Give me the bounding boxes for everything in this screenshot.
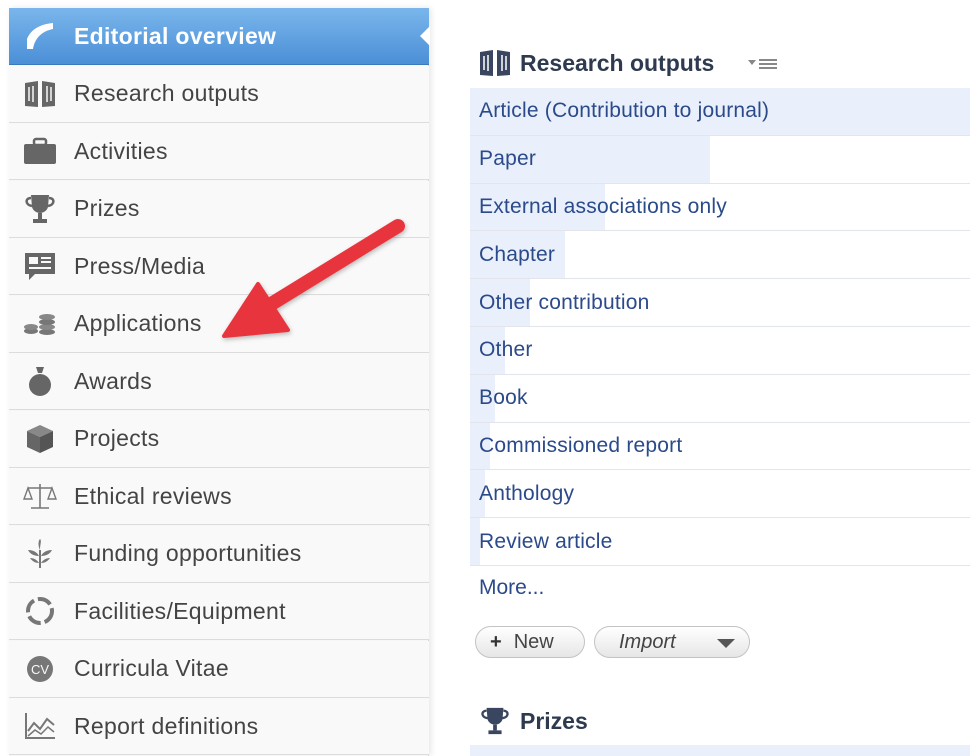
section-title: Prizes: [520, 707, 588, 734]
list-item[interactable]: Anthology: [470, 470, 970, 519]
sidebar-item-label: Ethical reviews: [74, 482, 232, 509]
book-icon: [23, 77, 57, 111]
sidebar-item-editorial-overview[interactable]: Editorial overview: [9, 8, 430, 65]
more-link[interactable]: More...: [479, 576, 544, 600]
scales-icon: [23, 479, 57, 513]
active-caret: [420, 26, 430, 46]
sidebar-item-label: Press/Media: [74, 252, 206, 279]
trophy-icon: [478, 706, 512, 736]
sidebar-item-activities[interactable]: Activities: [9, 123, 429, 180]
editorial-icon: [23, 19, 57, 53]
list-item-label: Other contribution: [479, 290, 650, 314]
sidebar-item-press-media[interactable]: Press/Media: [9, 238, 429, 295]
import-dropdown[interactable]: Import: [594, 626, 750, 658]
sidebar: Editorial overview Research outputs Acti…: [9, 8, 430, 756]
svg-text:CV: CV: [31, 662, 49, 677]
section-title: Research outputs: [520, 49, 715, 76]
list-item[interactable]: Other: [470, 326, 970, 375]
cv-icon: CV: [23, 652, 57, 686]
sidebar-item-label: Applications: [74, 310, 202, 336]
list-item[interactable]: Review article: [470, 518, 970, 566]
money-bag-icon: [23, 364, 57, 398]
new-button[interactable]: + New: [475, 626, 585, 658]
research-outputs-list: Article (Contribution to journal) Paper …: [470, 88, 970, 566]
sidebar-item-label: Prizes: [74, 195, 140, 221]
sprout-icon: [23, 537, 57, 571]
sidebar-item-label: Report definitions: [74, 712, 259, 739]
sidebar-item-label: Curricula Vitae: [74, 655, 229, 681]
list-item-label: Commissioned report: [479, 433, 683, 457]
sidebar-item-prizes[interactable]: Prizes: [9, 180, 429, 238]
plus-icon: +: [490, 630, 502, 653]
list-item-label: External associations only: [479, 194, 727, 218]
main-content: Research outputs Article (Contribution t…: [430, 0, 970, 756]
chart-icon: [23, 709, 57, 743]
list-item[interactable]: Paper: [470, 135, 970, 184]
briefcase-icon: [23, 134, 57, 168]
ring-icon: [23, 594, 57, 628]
list-item-label: Chapter: [479, 242, 556, 266]
section-header-prizes: Prizes: [478, 706, 588, 736]
sidebar-item-funding-opportunities[interactable]: Funding opportunities: [9, 525, 429, 583]
new-button-label: New: [513, 630, 554, 653]
sidebar-item-ethical-reviews[interactable]: Ethical reviews: [9, 468, 429, 525]
sidebar-item-report-definitions[interactable]: Report definitions: [9, 698, 429, 755]
section-header-research-outputs: Research outputs: [478, 48, 714, 78]
list-item[interactable]: Book: [470, 374, 970, 423]
sidebar-item-applications[interactable]: Applications: [9, 295, 429, 353]
prizes-list-top: [470, 745, 970, 756]
list-item[interactable]: Other contribution: [470, 279, 970, 327]
sidebar-item-facilities-equipment[interactable]: Facilities/Equipment: [9, 583, 429, 640]
sidebar-item-label: Projects: [74, 425, 160, 451]
sidebar-item-research-outputs[interactable]: Research outputs: [9, 65, 429, 123]
list-item-label: Paper: [479, 147, 537, 171]
sidebar-item-curricula-vitae[interactable]: CV Curricula Vitae: [9, 640, 429, 698]
list-item[interactable]: Article (Contribution to journal): [470, 88, 970, 136]
list-item[interactable]: Commissioned report: [470, 422, 970, 471]
sidebar-item-label: Activities: [74, 137, 168, 164]
list-item-label: Anthology: [479, 481, 575, 505]
press-icon: [23, 249, 57, 283]
trophy-icon: [23, 192, 57, 226]
sidebar-item-label: Awards: [74, 367, 153, 394]
sidebar-item-label: Research outputs: [74, 80, 260, 106]
list-item[interactable]: External associations only: [470, 183, 970, 232]
list-item-label: Book: [479, 386, 528, 410]
sidebar-item-projects[interactable]: Projects: [9, 410, 429, 468]
list-item-label: Other: [479, 338, 533, 362]
book-icon: [478, 48, 512, 78]
import-button-label: Import: [619, 630, 676, 653]
list-item-label: Review article: [479, 529, 613, 553]
sidebar-item-label: Facilities/Equipment: [74, 597, 286, 624]
list-item[interactable]: Chapter: [470, 231, 970, 280]
cube-icon: [23, 422, 57, 456]
sidebar-item-label: Funding opportunities: [74, 540, 302, 566]
coins-icon: [23, 307, 57, 341]
chevron-down-icon: [717, 639, 735, 648]
sidebar-item-label: Editorial overview: [74, 22, 277, 49]
list-item-label: Article (Contribution to journal): [479, 99, 770, 123]
section-menu-icon[interactable]: [748, 56, 778, 72]
sidebar-item-awards[interactable]: Awards: [9, 353, 429, 410]
